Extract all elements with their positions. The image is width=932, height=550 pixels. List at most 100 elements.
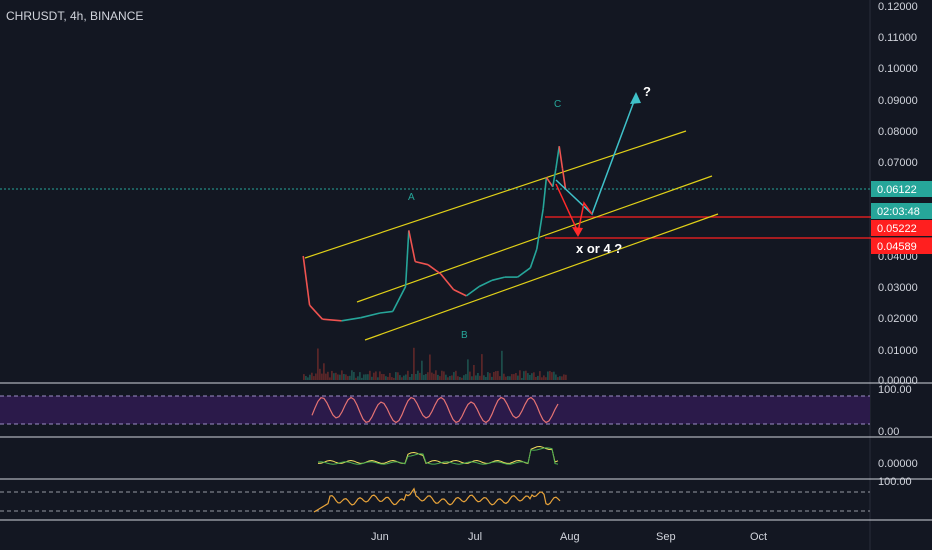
question-label: ? — [643, 84, 651, 99]
volume-bar — [455, 370, 457, 380]
volume-bar — [371, 376, 373, 380]
wave-c-label: C — [554, 99, 561, 110]
volume-bar — [415, 374, 417, 380]
volume-bar — [325, 373, 327, 380]
volume-bar — [507, 376, 509, 380]
volume-bar — [479, 375, 481, 380]
volume-bar — [531, 373, 533, 380]
volume-bar — [457, 376, 459, 380]
volume-bar — [409, 377, 411, 380]
volume-bar — [321, 373, 323, 380]
volume-bar — [545, 377, 547, 380]
volume-bar — [315, 373, 317, 380]
wave-a-label: A — [408, 192, 415, 203]
volume-bar — [329, 377, 331, 380]
current-price-value: 0.06122 — [877, 184, 917, 196]
volume-bar — [369, 370, 371, 380]
volume-bar — [521, 378, 523, 380]
volume-bar — [459, 377, 461, 380]
volume-bar — [339, 374, 341, 380]
volume-bar — [469, 371, 471, 380]
volume-bar — [353, 372, 355, 380]
volume-bar — [543, 375, 545, 380]
volume-bar — [563, 374, 565, 380]
time-tick: Jun — [371, 531, 389, 543]
volume-bar — [399, 375, 401, 380]
volume-bar — [389, 373, 391, 380]
volume-bar — [441, 370, 443, 380]
x-or-4-label: x or 4 ? — [576, 241, 622, 256]
volume-bar — [493, 372, 495, 380]
volume-bar — [423, 374, 425, 380]
volume-bar — [465, 374, 467, 380]
volume-bar — [433, 373, 435, 380]
volume-bar — [421, 360, 423, 380]
volume-bar — [435, 370, 437, 380]
volume-bar — [337, 374, 339, 380]
symbol-header: CHRUSDT, 4h, BINANCE — [6, 9, 143, 23]
volume-bar — [515, 373, 517, 380]
volume-bar — [497, 370, 499, 380]
volume-bar — [517, 375, 519, 380]
volume-bar — [333, 373, 335, 380]
volume-bar — [559, 376, 561, 380]
volume-bar — [347, 376, 349, 380]
price-tick: 0.03000 — [878, 282, 918, 294]
volume-bar — [511, 374, 513, 380]
volume-bar — [345, 374, 347, 380]
chart-canvas[interactable]: A B C ? x or 4 ? CHRUSDT, 4h, BINANCE 0.… — [0, 0, 932, 550]
volume-bar — [471, 376, 473, 380]
volume-bar — [541, 377, 543, 380]
volume-bar — [351, 370, 353, 380]
volume-bar — [305, 376, 307, 380]
rsi-band — [0, 396, 870, 424]
volume-bar — [439, 376, 441, 380]
volume-bar — [381, 374, 383, 380]
volume-bar — [405, 374, 407, 380]
volume-bar — [309, 374, 311, 380]
volume-bar — [357, 376, 359, 380]
volume-bar — [319, 368, 321, 380]
volume-bar — [341, 370, 343, 380]
volume-bar — [561, 376, 563, 380]
time-tick: Aug — [560, 531, 580, 543]
volume-bar — [427, 372, 429, 380]
volume-bar — [549, 370, 551, 380]
volume-bar — [393, 377, 395, 380]
volume-bar — [539, 371, 541, 380]
volume-bar — [425, 374, 427, 380]
level-2-value: 0.04589 — [877, 241, 917, 253]
osc-tick-top: 100.00 — [878, 476, 912, 488]
volume-bar — [379, 371, 381, 380]
volume-bar — [477, 373, 479, 380]
volume-bar — [529, 375, 531, 380]
volume-bar — [453, 372, 455, 380]
volume-bar — [401, 377, 403, 380]
volume-bar — [365, 374, 367, 380]
volume-bar — [303, 374, 305, 380]
volume-bar — [553, 371, 555, 380]
rsi-tick-top: 100.00 — [878, 384, 912, 396]
volume-bar — [451, 375, 453, 380]
volume-bar — [413, 347, 415, 380]
volume-bar — [387, 376, 389, 380]
volume-bar — [523, 371, 525, 380]
volume-bar — [555, 374, 557, 380]
volume-bar — [311, 372, 313, 380]
volume-bar — [525, 370, 527, 380]
volume-bar — [363, 374, 365, 380]
volume-bar — [487, 372, 489, 380]
chart-background — [0, 0, 932, 550]
volume-bar — [395, 372, 397, 380]
volume-bar — [437, 374, 439, 380]
volume-bar — [407, 370, 409, 380]
volume-bar — [467, 359, 469, 380]
macd-tick-zero: 0.00000 — [878, 458, 918, 470]
volume-bar — [445, 374, 447, 380]
volume-bar — [483, 375, 485, 380]
volume-bar — [513, 374, 515, 380]
volume-bar — [519, 370, 521, 380]
volume-bar — [313, 376, 315, 380]
volume-bar — [505, 376, 507, 380]
volume-bar — [307, 377, 309, 380]
